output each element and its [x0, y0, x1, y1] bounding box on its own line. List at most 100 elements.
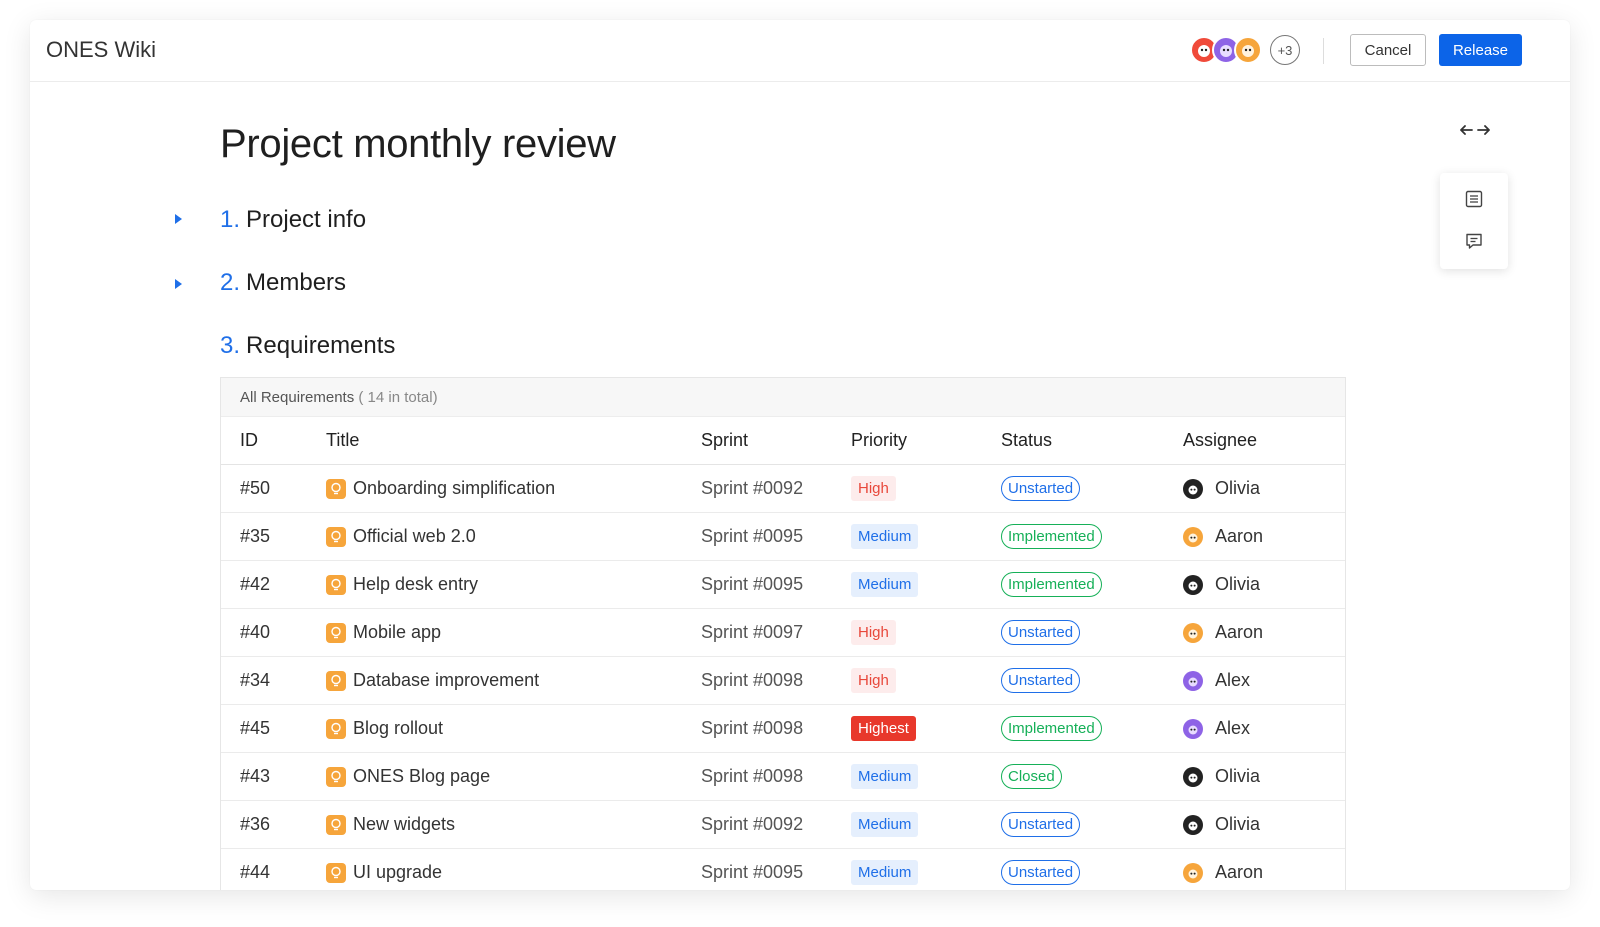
assignee-name[interactable]: Aaron: [1215, 622, 1263, 643]
table-row[interactable]: #34 Database improvement Sprint #0098 High U…: [221, 656, 1345, 705]
requirement-title-cell[interactable]: New widgets: [326, 800, 701, 849]
requirement-title[interactable]: Help desk entry: [353, 574, 478, 595]
requirement-title-cell[interactable]: Blog rollout: [326, 704, 701, 753]
caret-right-icon[interactable]: [175, 279, 182, 289]
collaborator-avatar[interactable]: [1234, 36, 1262, 64]
priority-cell[interactable]: High: [851, 464, 1001, 513]
requirement-id[interactable]: #45: [221, 704, 326, 753]
priority-badge[interactable]: Medium: [851, 524, 919, 549]
requirement-title-cell[interactable]: UI upgrade: [326, 848, 701, 890]
requirement-id[interactable]: #36: [221, 800, 326, 849]
assignee-name[interactable]: Aaron: [1215, 526, 1263, 547]
assignee-name[interactable]: Aaron: [1215, 862, 1263, 883]
more-collaborators-badge[interactable]: +3: [1270, 35, 1300, 65]
requirement-title-cell[interactable]: Onboarding simplification: [326, 464, 701, 513]
requirement-sprint[interactable]: Sprint #0097: [701, 608, 851, 657]
cancel-button[interactable]: Cancel: [1350, 34, 1426, 66]
status-cell[interactable]: Unstarted: [1001, 656, 1183, 705]
assignee-name[interactable]: Olivia: [1215, 814, 1260, 835]
status-badge[interactable]: Unstarted: [1001, 812, 1081, 837]
priority-badge[interactable]: Highest: [851, 716, 916, 741]
assignee-cell[interactable]: Alex: [1183, 704, 1345, 753]
requirement-id[interactable]: #44: [221, 848, 326, 890]
column-header-title[interactable]: Title: [326, 417, 701, 465]
priority-cell[interactable]: Medium: [851, 848, 1001, 890]
priority-badge[interactable]: Medium: [851, 860, 919, 885]
priority-badge[interactable]: High: [851, 476, 896, 501]
requirement-title[interactable]: Blog rollout: [353, 718, 443, 739]
assignee-cell[interactable]: Alex: [1183, 656, 1345, 705]
requirement-title[interactable]: Mobile app: [353, 622, 441, 643]
table-row[interactable]: #44 UI upgrade Sprint #0095 Medium Unstarted…: [221, 848, 1345, 890]
requirement-sprint[interactable]: Sprint #0098: [701, 656, 851, 705]
column-header-status[interactable]: Status: [1001, 417, 1183, 465]
status-badge[interactable]: Unstarted: [1001, 476, 1081, 501]
priority-cell[interactable]: Medium: [851, 752, 1001, 801]
status-badge[interactable]: Implemented: [1001, 524, 1102, 549]
priority-badge[interactable]: Medium: [851, 764, 919, 789]
caret-right-icon[interactable]: [175, 214, 182, 224]
requirement-title[interactable]: Onboarding simplification: [353, 478, 555, 499]
requirement-sprint[interactable]: Sprint #0095: [701, 560, 851, 609]
requirement-title[interactable]: New widgets: [353, 814, 455, 835]
column-header-priority[interactable]: Priority: [851, 417, 1001, 465]
requirement-sprint[interactable]: Sprint #0092: [701, 800, 851, 849]
priority-badge[interactable]: High: [851, 620, 896, 645]
table-row[interactable]: #40 Mobile app Sprint #0097 High Unstarted Aa…: [221, 608, 1345, 657]
priority-cell[interactable]: High: [851, 656, 1001, 705]
assignee-name[interactable]: Olivia: [1215, 766, 1260, 787]
requirement-sprint[interactable]: Sprint #0092: [701, 464, 851, 513]
priority-badge[interactable]: High: [851, 668, 896, 693]
requirement-title[interactable]: ONES Blog page: [353, 766, 490, 787]
requirement-id[interactable]: #35: [221, 512, 326, 561]
requirement-title-cell[interactable]: Mobile app: [326, 608, 701, 657]
collaborator-avatars[interactable]: +3: [1190, 32, 1310, 68]
column-header-sprint[interactable]: Sprint: [701, 417, 851, 465]
priority-cell[interactable]: Medium: [851, 512, 1001, 561]
requirement-sprint[interactable]: Sprint #0095: [701, 512, 851, 561]
section-heading-project-info[interactable]: 1. Project info: [220, 206, 366, 234]
status-cell[interactable]: Unstarted: [1001, 800, 1183, 849]
status-cell[interactable]: Closed: [1001, 752, 1183, 801]
requirement-title-cell[interactable]: Help desk entry: [326, 560, 701, 609]
requirement-title[interactable]: Database improvement: [353, 670, 539, 691]
requirement-sprint[interactable]: Sprint #0098: [701, 752, 851, 801]
assignee-name[interactable]: Alex: [1215, 670, 1250, 691]
requirement-id[interactable]: #50: [221, 464, 326, 513]
requirement-title[interactable]: Official web 2.0: [353, 526, 476, 547]
priority-badge[interactable]: Medium: [851, 572, 919, 597]
section-heading-requirements[interactable]: 3. Requirements: [220, 332, 395, 360]
requirement-title-cell[interactable]: Database improvement: [326, 656, 701, 705]
priority-cell[interactable]: Highest: [851, 704, 1001, 753]
assignee-name[interactable]: Olivia: [1215, 574, 1260, 595]
status-cell[interactable]: Unstarted: [1001, 848, 1183, 890]
comment-icon[interactable]: [1464, 231, 1484, 251]
priority-cell[interactable]: High: [851, 608, 1001, 657]
requirement-sprint[interactable]: Sprint #0095: [701, 848, 851, 890]
assignee-cell[interactable]: Olivia: [1183, 560, 1345, 609]
priority-cell[interactable]: Medium: [851, 560, 1001, 609]
assignee-cell[interactable]: Aaron: [1183, 512, 1345, 561]
column-header-assignee[interactable]: Assignee: [1183, 417, 1345, 465]
release-button[interactable]: Release: [1439, 34, 1522, 66]
requirement-sprint[interactable]: Sprint #0098: [701, 704, 851, 753]
requirement-id[interactable]: #34: [221, 656, 326, 705]
assignee-cell[interactable]: Olivia: [1183, 464, 1345, 513]
status-cell[interactable]: Implemented: [1001, 560, 1183, 609]
assignee-cell[interactable]: Olivia: [1183, 800, 1345, 849]
table-row[interactable]: #45 Blog rollout Sprint #0098 Highest Implem…: [221, 704, 1345, 753]
status-badge[interactable]: Implemented: [1001, 716, 1102, 741]
column-header-id[interactable]: ID: [221, 417, 326, 465]
table-row[interactable]: #42 Help desk entry Sprint #0095 Medium Impl…: [221, 560, 1345, 609]
priority-cell[interactable]: Medium: [851, 800, 1001, 849]
status-cell[interactable]: Implemented: [1001, 512, 1183, 561]
requirement-title-cell[interactable]: Official web 2.0: [326, 512, 701, 561]
status-badge[interactable]: Implemented: [1001, 572, 1102, 597]
table-row[interactable]: #43 ONES Blog page Sprint #0098 Medium Close…: [221, 752, 1345, 801]
requirement-title[interactable]: UI upgrade: [353, 862, 442, 883]
assignee-name[interactable]: Olivia: [1215, 478, 1260, 499]
outline-list-icon[interactable]: [1464, 189, 1484, 209]
status-cell[interactable]: Unstarted: [1001, 608, 1183, 657]
arrows-horizontal-icon[interactable]: [1458, 120, 1492, 140]
requirement-id[interactable]: #40: [221, 608, 326, 657]
